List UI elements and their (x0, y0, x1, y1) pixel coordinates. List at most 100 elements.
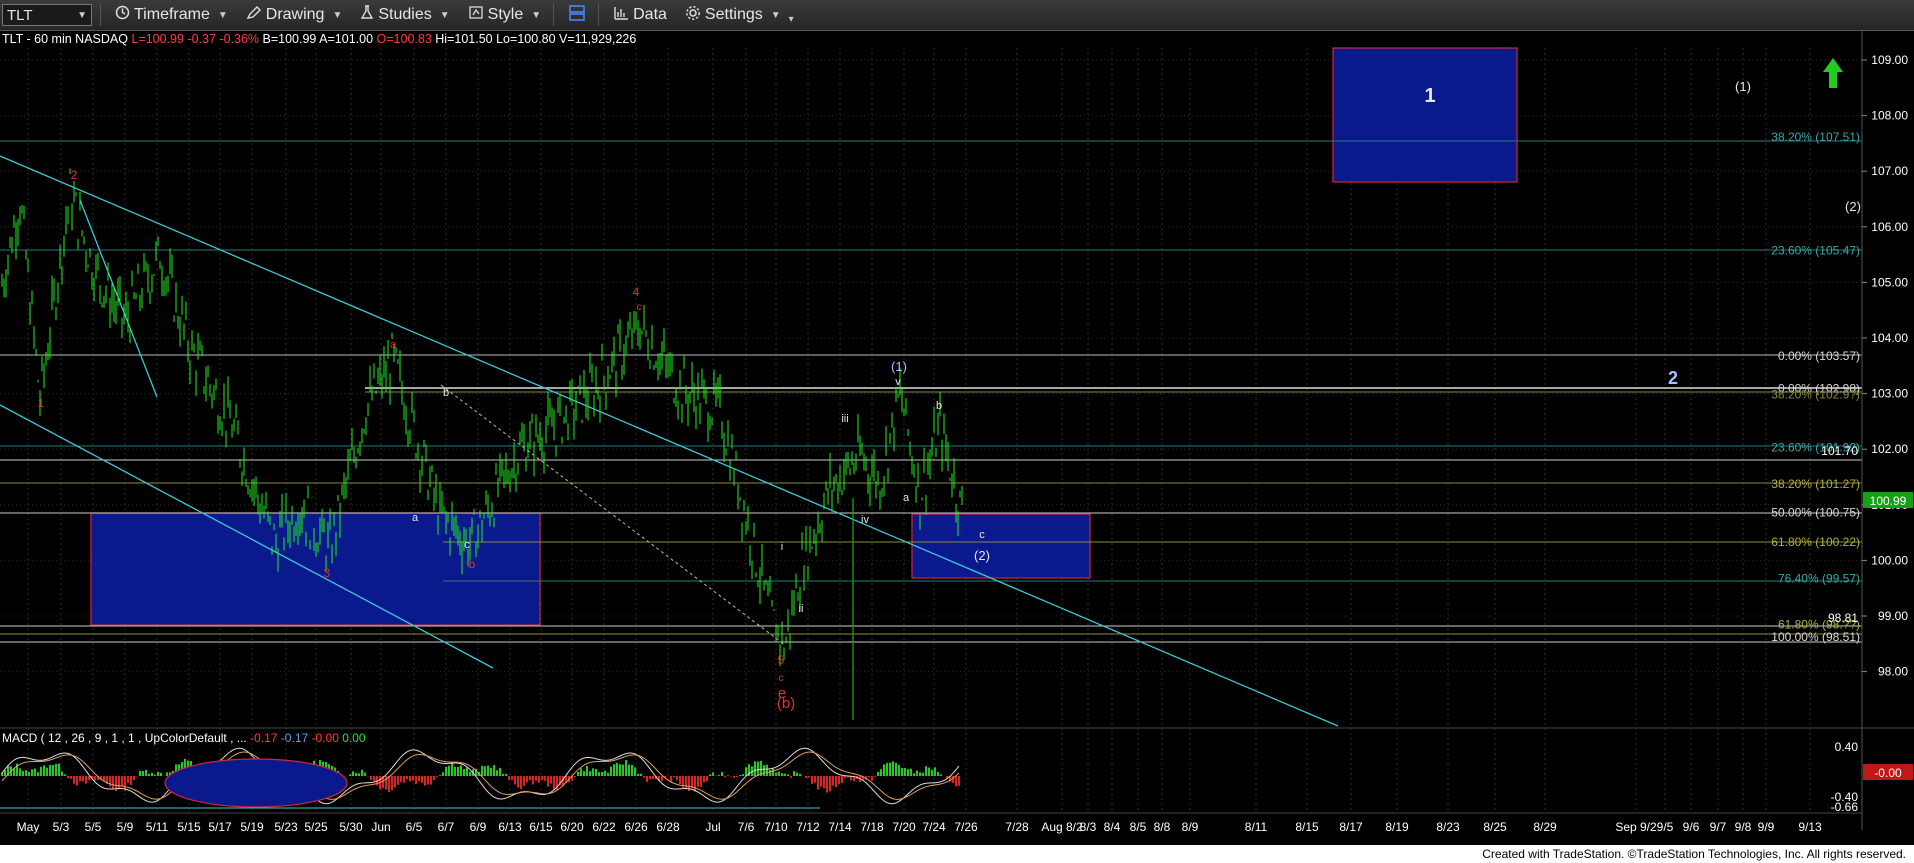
date-tick-label: 8/8 (1154, 820, 1171, 834)
macd-line-segment (28, 757, 33, 760)
fib-level-label: 23.60% (105.47) (1771, 243, 1860, 257)
layout-button[interactable] (564, 2, 590, 29)
macd-line-segment (706, 797, 711, 801)
signal-line-segment (238, 751, 243, 754)
wave-1-target-box[interactable] (1332, 47, 1518, 183)
macd-line-segment (220, 756, 225, 761)
date-tick-label: Aug 8/2 (1041, 820, 1083, 834)
macd-zero: 0.00 (342, 731, 366, 745)
date-tick-label: May (17, 820, 40, 834)
studies-menu[interactable]: Studies ▼ (356, 3, 453, 27)
signal-line-segment (919, 787, 924, 790)
macd-line-segment (739, 778, 744, 784)
macd-line-segment (775, 765, 780, 768)
macd-divergence-ellipse[interactable] (164, 758, 348, 808)
macd-line-segment (598, 759, 603, 761)
gear-icon (685, 5, 701, 26)
data-menu[interactable]: Data (609, 3, 671, 27)
chevron-down-icon: ▼ (217, 9, 228, 21)
macd-line-segment (943, 778, 948, 781)
signal-line-segment (889, 797, 894, 800)
last-price-tag: 100.99 (1863, 492, 1913, 508)
date-tick-label: 9/5 (1657, 820, 1674, 834)
date-tick-label: Sep 9/2 (1615, 820, 1657, 834)
signal-line-segment (514, 792, 519, 795)
macd-line-segment (592, 757, 597, 760)
symbol-selector[interactable]: TLT ▼ (2, 4, 92, 26)
date-tick-label: 5/9 (117, 820, 134, 834)
settings-menu[interactable]: Settings ▼ ▾ (681, 3, 798, 28)
macd-line-segment (868, 785, 873, 790)
macd-line-segment (625, 752, 630, 755)
date-tick-label: 5/5 (85, 820, 102, 834)
macd-value: -0.17 (250, 731, 278, 745)
date-tick-label: 5/23 (274, 820, 298, 834)
signal-line-segment (439, 760, 444, 762)
signal-line-segment (646, 759, 651, 764)
macd-line-segment (823, 762, 828, 767)
macd-title: MACD ( 12 , 26 , 9 , 1 , 1 , UpColorDefa… (2, 731, 247, 745)
signal-line-segment (391, 771, 396, 775)
macd-line-segment (436, 761, 441, 764)
price-chart[interactable]: 1 2 (1) (2) (1) (2) v b a c iii iv i ii … (0, 30, 1914, 845)
macd-line-segment (880, 798, 885, 802)
settings-label: Settings (704, 6, 763, 23)
signal-line-segment (235, 752, 240, 755)
signal-line-segment (925, 785, 930, 788)
signal-line-segment (436, 759, 441, 762)
signal-line-segment (493, 788, 498, 792)
drawing-menu[interactable]: Drawing ▼ (242, 3, 347, 27)
signal-line-segment (346, 791, 351, 794)
signal-line-segment (361, 785, 366, 787)
date-tick-label: 8/23 (1436, 820, 1460, 834)
macd-line-segment (610, 758, 615, 761)
macd-line-segment (631, 752, 636, 755)
timeframe-menu[interactable]: Timeframe ▼ (111, 3, 232, 27)
date-tick-label: Jul (705, 820, 720, 834)
signal-line-segment (22, 761, 27, 764)
copyright-text: Created with TradeStation. ©TradeStation… (1482, 847, 1906, 861)
macd-line-segment (154, 800, 159, 803)
date-axis[interactable]: May 5/3 5/5 5/9 5/11 5/15 5/17 5/19 5/23 5/25 5/30… (17, 820, 1822, 834)
price-tick-label: 104.00 (1871, 331, 1908, 345)
signal-line-segment (502, 793, 507, 795)
price-tick-label: 102.00 (1871, 442, 1908, 456)
signal-line-segment (877, 787, 882, 792)
signal-line-segment (397, 764, 402, 769)
price-axis[interactable]: 109.00 108.00 107.00 106.00 105.00 104.00 103.… (1862, 53, 1908, 679)
wave-3-red: 3 (324, 566, 331, 580)
signal-line-segment (424, 754, 429, 757)
macd-line-segment (85, 770, 90, 776)
signal-line-segment (253, 754, 258, 758)
macd-diff: -0.00 (311, 731, 339, 745)
macd-line-segment (244, 749, 249, 753)
macd-line-segment (241, 748, 246, 751)
style-menu[interactable]: Style ▼ (464, 3, 545, 27)
date-tick-label: 6/28 (656, 820, 680, 834)
macd-line-segment (142, 798, 147, 802)
signal-line-segment (943, 781, 948, 784)
signal-line-segment (121, 785, 126, 788)
macd-line-segment (712, 800, 717, 803)
toolbar-divider (100, 4, 101, 26)
signal-line-segment (700, 789, 705, 793)
signal-line-segment (712, 796, 717, 799)
macd-line-segment (709, 799, 714, 802)
signal-line-segment (610, 759, 615, 762)
price-tick-label: 109.00 (1871, 53, 1908, 67)
up-arrow-icon (1823, 58, 1843, 88)
signal-line-segment (886, 795, 891, 798)
signal-line-segment (580, 764, 585, 768)
signal-line-segment (19, 762, 24, 765)
macd-line-segment (319, 801, 324, 804)
date-tick-label: 6/15 (529, 820, 553, 834)
signal-line-segment (487, 782, 492, 787)
signal-line-segment (835, 766, 840, 770)
trend-lines[interactable] (0, 155, 1339, 727)
svg-text:98.81: 98.81 (1828, 611, 1858, 625)
macd-line-segment (79, 762, 84, 768)
date-tick-label: 8/19 (1385, 820, 1409, 834)
fib-level-label: 100.00% (98.51) (1771, 630, 1860, 644)
macd-line-segment (46, 757, 51, 760)
wave-2-target-box[interactable] (911, 513, 1091, 579)
